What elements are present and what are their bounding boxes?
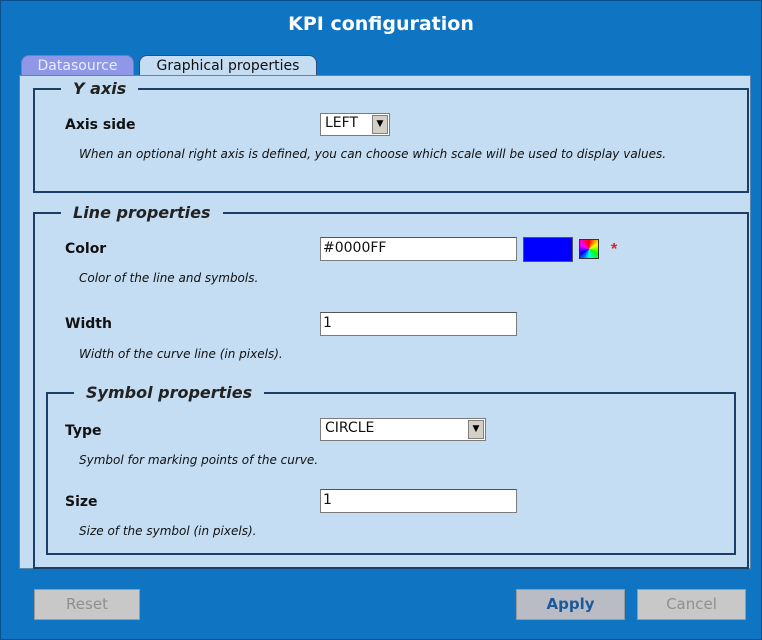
apply-button[interactable]: Apply xyxy=(516,589,625,620)
size-input[interactable]: 1 xyxy=(320,489,517,513)
y-axis-group: Y axis xyxy=(33,79,749,193)
cancel-button[interactable]: Cancel xyxy=(637,589,746,620)
width-label: Width xyxy=(65,316,112,332)
color-swatch xyxy=(523,237,573,262)
kpi-configuration-window: KPI configuration Datasource Graphical p… xyxy=(0,0,762,640)
symbol-type-value: CIRCLE xyxy=(325,420,375,436)
window-title: KPI configuration xyxy=(288,13,474,35)
axis-side-description: When an optional right axis is defined, … xyxy=(79,147,667,161)
chevron-down-icon[interactable]: ▼ xyxy=(468,420,484,439)
color-label: Color xyxy=(65,241,107,257)
width-description: Width of the curve line (in pixels). xyxy=(79,347,283,361)
axis-side-select[interactable]: LEFT ▼ xyxy=(320,113,390,136)
tab-graphical-properties[interactable]: Graphical properties xyxy=(139,55,317,75)
required-asterisk: * xyxy=(611,241,618,258)
width-input[interactable]: 1 xyxy=(320,312,517,336)
chevron-down-icon[interactable]: ▼ xyxy=(372,115,388,134)
color-description: Color of the line and symbols. xyxy=(79,271,259,285)
axis-side-label: Axis side xyxy=(65,117,136,133)
size-label: Size xyxy=(65,494,98,510)
type-description: Symbol for marking points of the curve. xyxy=(79,453,319,467)
tab-datasource[interactable]: Datasource xyxy=(21,55,134,75)
reset-button[interactable]: Reset xyxy=(34,589,140,620)
color-picker-icon[interactable] xyxy=(579,239,599,259)
y-axis-legend: Y axis xyxy=(73,79,127,98)
symbol-type-select[interactable]: CIRCLE ▼ xyxy=(320,418,486,441)
type-label: Type xyxy=(65,423,102,439)
symbol-properties-legend: Symbol properties xyxy=(86,383,253,402)
axis-side-value: LEFT xyxy=(325,115,359,131)
color-input[interactable]: #0000FF xyxy=(320,237,517,261)
line-properties-legend: Line properties xyxy=(73,203,211,222)
size-description: Size of the symbol (in pixels). xyxy=(79,524,257,538)
